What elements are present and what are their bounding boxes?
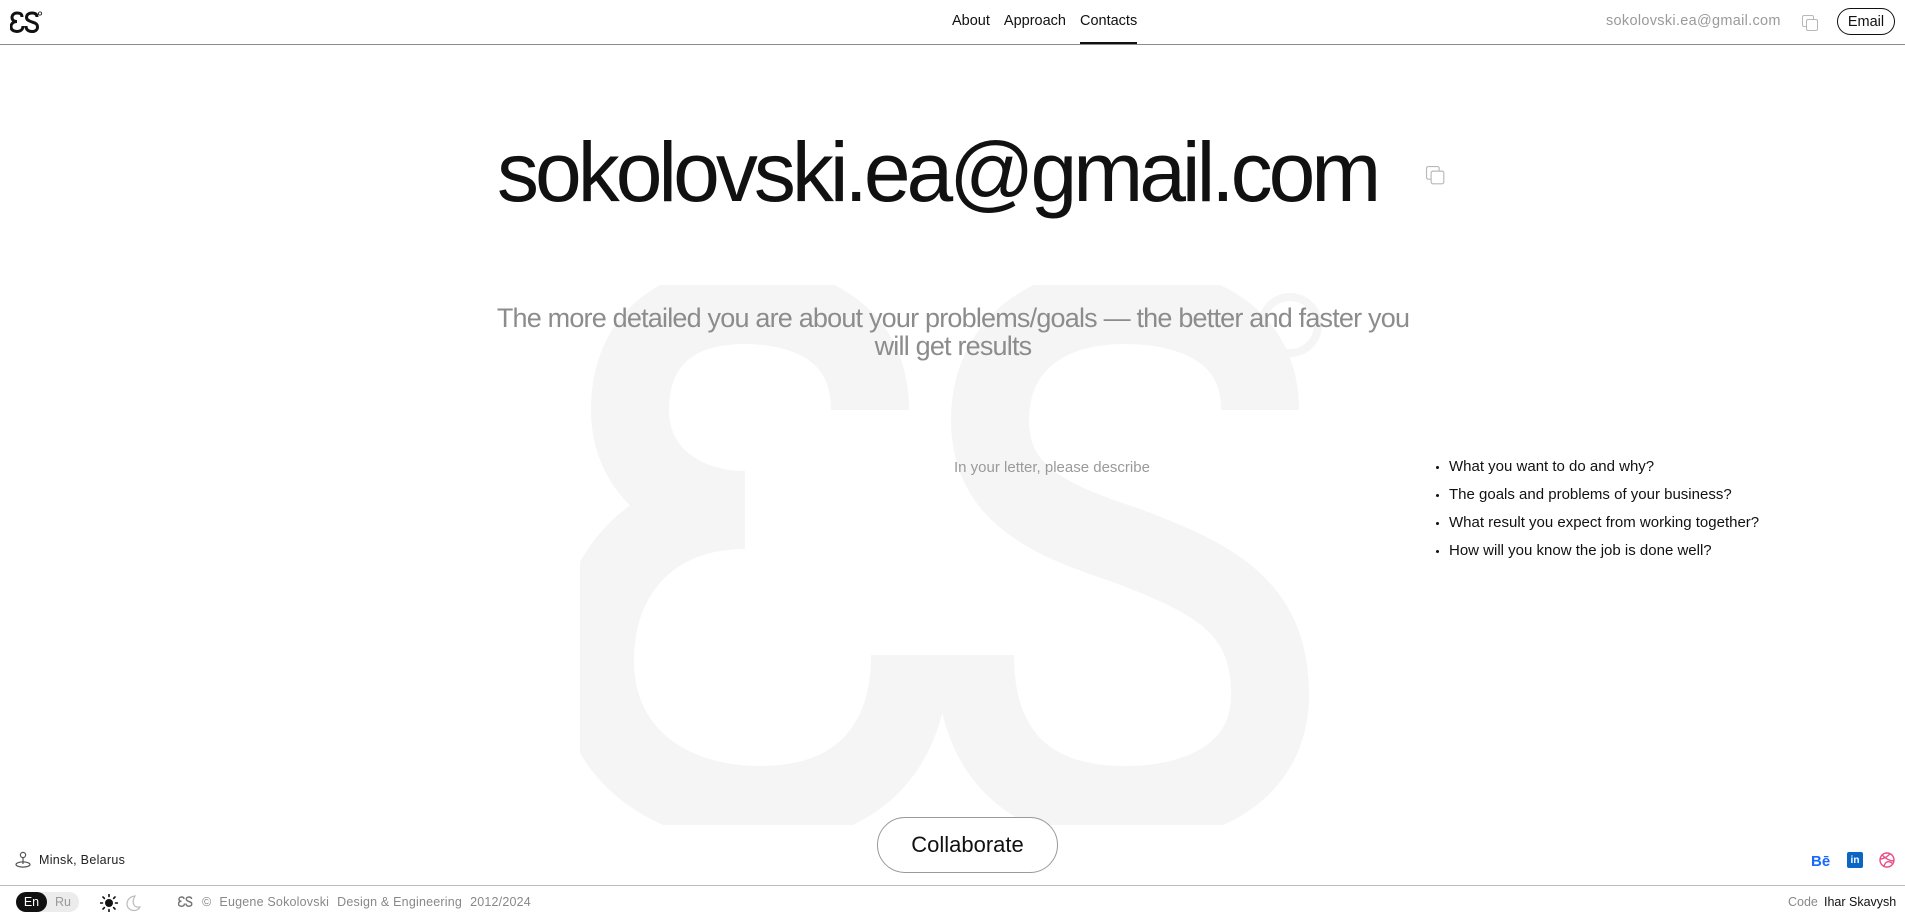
nav-approach[interactable]: Approach: [1004, 13, 1066, 29]
author-role: Design & Engineering: [337, 895, 463, 909]
copyright: © Eugene Sokolovski Design & Engineering 20…: [202, 895, 539, 909]
location-pin-icon: [15, 851, 31, 868]
list-item: What you want to do and why?: [1436, 459, 1759, 487]
copy-email-icon[interactable]: [1425, 165, 1445, 185]
dribbble-icon[interactable]: [1879, 852, 1895, 868]
list-item: The goals and problems of your business?: [1436, 487, 1759, 515]
contact-email-heading[interactable]: sokolovski.ea@gmail.com: [497, 122, 1381, 222]
copyright-symbol: ©: [202, 895, 212, 909]
lang-ru-button[interactable]: Ru: [52, 892, 74, 912]
moon-icon[interactable]: [124, 894, 142, 912]
list-item: How will you know the job is done well?: [1436, 543, 1759, 571]
code-credit-author[interactable]: Ihar Skavysh: [1824, 895, 1896, 909]
language-switcher: En Ru: [16, 892, 79, 912]
lang-en-button[interactable]: En: [16, 892, 47, 912]
list-item: What result you expect from working toge…: [1436, 515, 1759, 543]
author-name: Eugene Sokolovski: [219, 895, 330, 909]
behance-icon[interactable]: Bē: [1811, 852, 1830, 870]
location: Minsk, Belarus: [14, 851, 125, 869]
code-credit-label: Code: [1788, 895, 1818, 909]
linkedin-icon[interactable]: in: [1847, 852, 1863, 868]
collaborate-button[interactable]: Collaborate: [877, 817, 1058, 873]
site-header: About Approach Contacts sokolovski.ea@gm…: [0, 0, 1905, 45]
nav-about[interactable]: About: [952, 13, 990, 29]
es-logo-icon[interactable]: [10, 11, 42, 33]
site-footer: En Ru © Eugene Sokolovski Design & Enginee…: [0, 885, 1905, 914]
nav-contacts[interactable]: Contacts: [1079, 13, 1138, 44]
email-button[interactable]: Email: [1837, 8, 1895, 35]
sun-icon[interactable]: [100, 894, 118, 912]
copy-icon[interactable]: [1802, 15, 1818, 31]
letter-instructions-label: In your letter, please describe: [954, 459, 1150, 476]
header-email[interactable]: sokolovski.ea@gmail.com: [1606, 13, 1781, 29]
copyright-years: 2012/2024: [470, 895, 531, 909]
letter-questions-list: What you want to do and why? The goals a…: [1436, 459, 1759, 571]
contact-subtitle: The more detailed you are about your pro…: [496, 303, 1410, 361]
main-nav: About Approach Contacts: [952, 13, 1138, 44]
es-logo-icon: [178, 896, 193, 907]
background-logo-watermark: [580, 285, 1322, 825]
location-text: Minsk, Belarus: [39, 853, 126, 867]
